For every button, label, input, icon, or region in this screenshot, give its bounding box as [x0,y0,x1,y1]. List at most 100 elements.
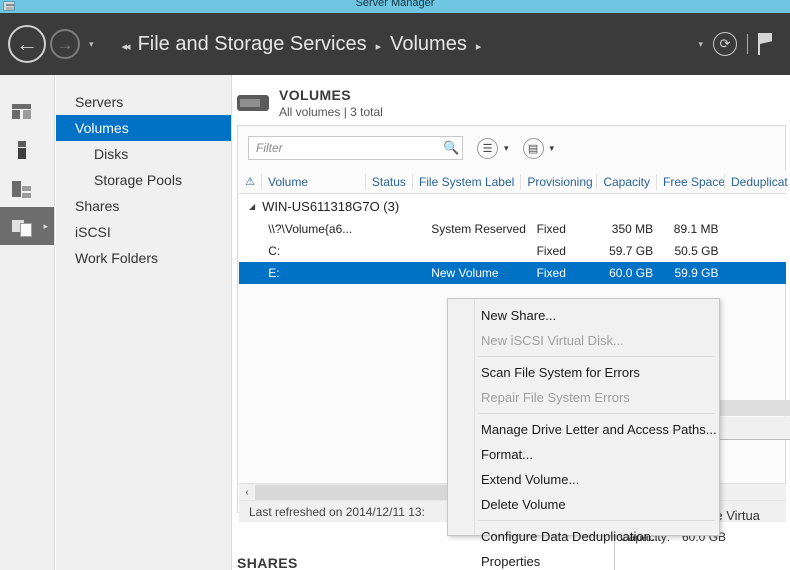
chevron-right-icon[interactable]: ▸ [43,221,48,232]
history-dropdown-caret[interactable]: ▾ [89,39,94,50]
menu-item-properties[interactable]: Properties [448,549,719,570]
cell-provisioning: Fixed [536,222,566,236]
rail-item-local-server[interactable] [0,131,54,169]
save-query-icon[interactable]: ▤ [522,137,544,159]
column-header-capacity: Capacity [596,173,656,190]
sidebar-item-shares[interactable]: Shares [56,193,231,219]
group-label: WIN-US611318G7O (3) [262,198,400,214]
context-menu-items: New Share... New iSCSI Virtual Disk... S… [448,299,719,570]
rail-item-file-and-storage-services[interactable]: ▸ [0,207,54,245]
breadcrumb-separator-2: ▸ [475,40,482,53]
back-arrow-icon[interactable]: ← [8,25,46,63]
column-header-status: Status [364,173,412,190]
column-label: Capacity [603,174,650,189]
menu-separator [478,356,715,357]
cell-provisioning: Fixed [536,266,566,280]
volume-context-menu: New Share... New iSCSI Virtual Disk... S… [447,298,720,569]
save-query-group: ▤ ▾ [522,137,555,159]
column-header-free-space: Free Space [656,173,725,190]
menu-item-label: New Share... [481,308,557,323]
file-storage-icon [12,216,32,237]
sidebar-item-work-folders[interactable]: Work Folders [56,245,231,271]
server-tower-icon [12,140,32,160]
cell-volume: E: [268,266,280,280]
cell-file-system-label: System Reserved [431,222,526,236]
volumes-drive-icon [237,91,269,115]
breadcrumb: ◂◂ File and Storage Services ▸ Volumes ▸ [122,33,482,56]
table-group-row[interactable]: ◢ WIN-US611318G7O (3) [239,194,786,218]
scroll-left-icon[interactable]: ‹ [239,483,255,501]
nav-divider [747,34,748,54]
sidebar-item-label: Disks [94,146,129,162]
menu-item-configure-data-deduplication[interactable]: Configure Data Deduplication... [448,524,719,549]
forward-arrow-icon[interactable]: → [50,29,80,59]
refresh-icon[interactable]: ⟳ [713,32,737,56]
menu-item-label: New iSCSI Virtual Disk... [481,333,624,348]
breadcrumb-item-file-and-storage-services[interactable]: File and Storage Services [138,33,367,56]
filter-list-icon[interactable]: ☰ [477,137,498,159]
menu-item-new-share[interactable]: New Share... [448,303,719,328]
menu-item-label: Extend Volume... [481,472,580,487]
cell-volume: C: [268,244,281,258]
menu-item-new-iscsi-virtual-disk: New iSCSI Virtual Disk... [448,328,719,353]
table-row[interactable]: E: New Volume Fixed 60.0 GB 59.9 GB [239,262,786,284]
server-manager-window: Server Manager ← → ▾ ◂◂ File and Storage… [0,0,790,570]
page-title: VOLUMES [279,87,352,103]
table-body: ◢ WIN-US611318G7O (3) \\?\Volume{a6... S… [239,194,786,284]
sidebar-item-storage-pools[interactable]: Storage Pools [56,167,231,193]
filter-list-caret-icon[interactable]: ▾ [504,143,509,154]
notifications-flag-icon[interactable] [758,33,774,55]
menu-item-extend-volume[interactable]: Extend Volume... [448,467,719,492]
column-header-volume: Volume [261,173,365,190]
menu-item-format[interactable]: Format... [448,442,719,467]
menu-item-label: Format... [481,447,534,462]
cell-free-space: 59.9 GB [674,266,719,280]
column-label: Deduplicat [731,174,788,189]
warning-sort-icon[interactable]: ⚠ [239,174,261,190]
breadcrumb-back-icon[interactable]: ◂◂ [122,40,131,53]
rail-item-all-servers[interactable] [0,169,54,207]
column-header-deduplication: Deduplicat [724,173,788,190]
nav-tools-caret[interactable]: ▾ [698,39,703,50]
sidebar-item-iscsi[interactable]: iSCSI [56,219,231,245]
volumes-toolbar: 🔍 ☰ ▾ ▤ ▾ [238,126,785,170]
sidebar-item-servers[interactable]: Servers [56,89,231,115]
column-header-file-system-label: File System Label [411,173,520,190]
rail-item-dashboard[interactable] [0,93,54,131]
menu-item-delete-volume[interactable]: Delete Volume [448,492,719,517]
sidebar-item-label: Storage Pools [94,172,182,188]
dashboard-grid-icon [12,102,32,122]
menu-separator [478,520,715,521]
search-icon[interactable]: 🔍 [443,140,459,155]
volumes-subtitle: All volumes | 3 total [279,105,383,119]
forward-arrow-glyph: → [56,34,74,54]
cell-file-system-label: New Volume [431,266,499,280]
sidebar-item-disks[interactable]: Disks [56,141,231,167]
table-header-row: ⚠ Volume Status File System Label Provis… [239,170,788,194]
menu-item-repair-file-system-errors: Repair File System Errors [448,385,719,410]
search-input[interactable] [248,136,463,160]
sidebar-item-volumes[interactable]: Volumes [56,115,231,141]
title-bar: Server Manager [0,0,790,13]
breadcrumb-item-volumes[interactable]: Volumes [390,33,467,56]
cell-free-space: 89.1 MB [673,222,719,236]
cell-capacity: 60.0 GB [609,266,654,280]
shares-title: SHARES [237,555,298,570]
sidebar-item-label: Servers [75,94,124,110]
expand-triangle-icon[interactable]: ◢ [249,202,255,211]
cell-capacity: 350 MB [611,222,654,236]
breadcrumb-separator-1: ▸ [375,40,382,53]
table-row[interactable]: \\?\Volume{a6... System Reserved Fixed 3… [239,218,786,240]
all-servers-icon [12,178,32,198]
table-row[interactable]: C: Fixed 59.7 GB 50.5 GB [239,240,786,262]
filter-wrapper: 🔍 [248,136,463,160]
menu-item-label: Delete Volume [481,497,566,512]
volumes-table: ⚠ Volume Status File System Label Provis… [239,170,788,284]
menu-item-label: Scan File System for Errors [481,365,640,380]
nav-right-tools: ▾ ⟳ [698,32,790,56]
shares-header: SHARES No related shares are available. [237,555,406,570]
cell-provisioning: Fixed [536,244,566,258]
save-query-caret-icon[interactable]: ▾ [550,143,555,154]
menu-item-scan-file-system-for-errors[interactable]: Scan File System for Errors [448,360,719,385]
menu-item-manage-drive-letter-and-access-paths[interactable]: Manage Drive Letter and Access Paths... [448,417,719,442]
